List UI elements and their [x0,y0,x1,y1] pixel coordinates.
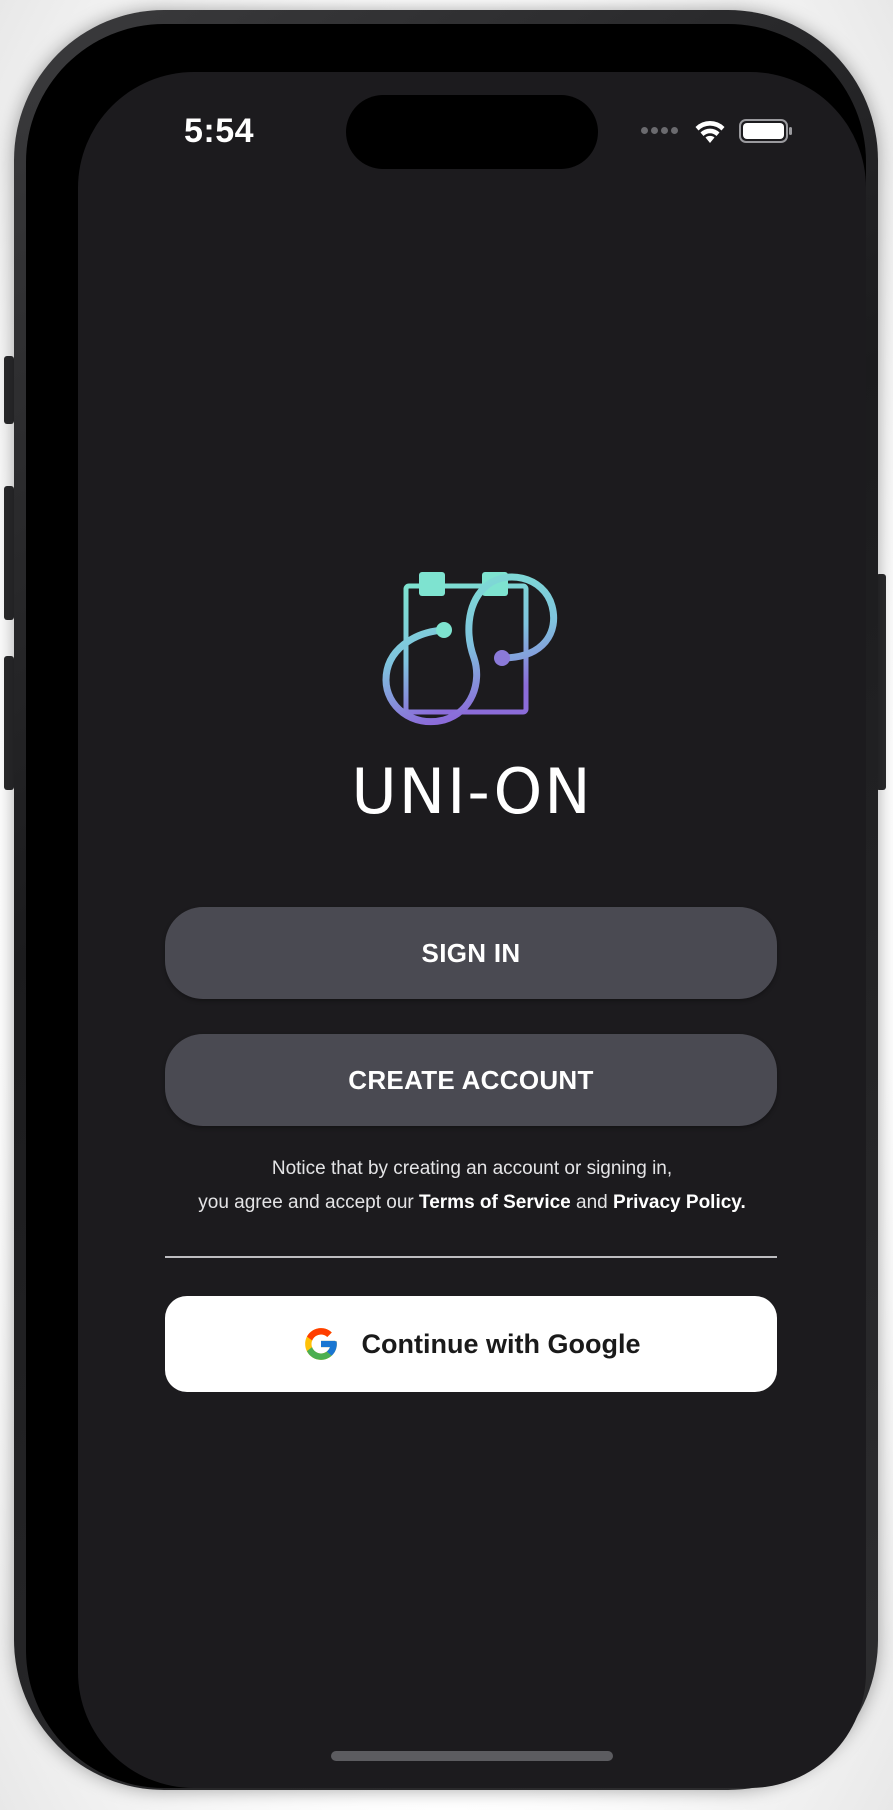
battery-icon [739,119,792,143]
home-indicator[interactable] [331,1751,613,1761]
create-account-button[interactable]: CREATE ACCOUNT [165,1034,777,1126]
wifi-icon [695,120,725,143]
privacy-policy-link[interactable]: Privacy Policy. [613,1192,746,1213]
device-stage: 5:54 UNI-ON SIGN IN CREATE ACCOUNT Notic… [0,0,893,1810]
uni-on-logo-icon [382,572,558,726]
continue-with-google-button[interactable]: Continue with Google [165,1296,777,1392]
sign-in-button[interactable]: SIGN IN [165,907,777,999]
app-screen: 5:54 UNI-ON SIGN IN CREATE ACCOUNT Notic… [78,72,866,1788]
notice-line-2: you agree and accept our Terms of Servic… [138,1186,806,1220]
status-icons [641,116,793,146]
notice-and: and [570,1192,614,1213]
google-button-label: Continue with Google [361,1328,641,1359]
notice-line-1: Notice that by creating an account or si… [271,1158,673,1179]
volume-down-button [4,656,14,790]
brand-name: UNI-ON [351,754,593,828]
terms-of-service-link[interactable]: Terms of Service [419,1192,571,1213]
status-time: 5:54 [184,112,255,150]
google-icon [304,1328,337,1360]
divider [165,1256,777,1258]
terms-notice: Notice that by creating an account or si… [138,1152,806,1220]
volume-up-button [4,486,14,620]
dynamic-island [346,95,598,169]
cellular-signal-icon [641,122,681,140]
phone-bezel: 5:54 UNI-ON SIGN IN CREATE ACCOUNT Notic… [26,24,866,1788]
notice-prefix: you agree and accept our [198,1192,420,1213]
action-button [4,356,14,424]
